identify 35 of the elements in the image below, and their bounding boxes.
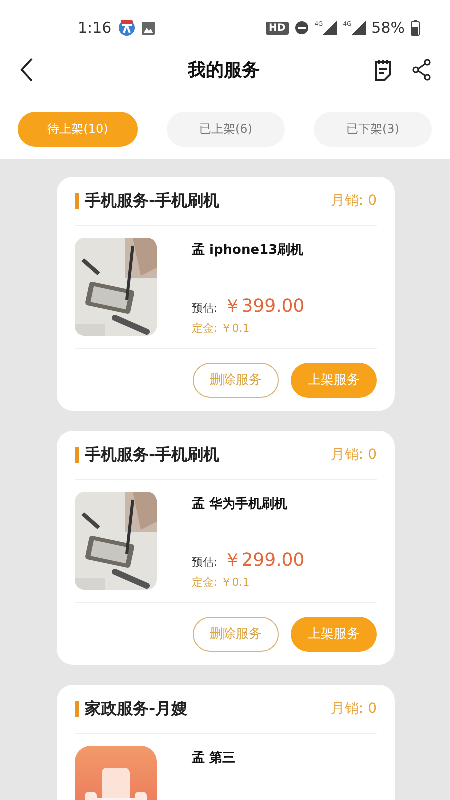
deposit: 定金: ￥0.1: [192, 321, 251, 336]
price: ￥399.00: [224, 295, 305, 318]
price: ￥299.00: [224, 549, 305, 572]
list-button[interactable]: 上架服务: [291, 362, 377, 398]
monthly-sales: 月销: 0: [330, 192, 377, 210]
battery-percent: 58%: [372, 19, 405, 37]
estimate-label: 预估:: [192, 555, 218, 570]
app-notification-icon: [118, 19, 136, 37]
notes-icon[interactable]: [374, 59, 392, 81]
estimate-label: 预估:: [192, 301, 218, 316]
service-name: 孟 第三: [192, 750, 236, 767]
category-title: 手机服务-手机刷机: [85, 444, 221, 466]
delete-button[interactable]: 删除服务: [193, 616, 279, 652]
monthly-sales: 月销: 0: [330, 700, 377, 718]
share-icon[interactable]: [412, 59, 432, 81]
deposit: 定金: ￥0.1: [192, 575, 251, 590]
tab[interactable]: 已上架(6): [167, 112, 285, 147]
do-not-disturb-icon: [294, 21, 309, 35]
list-button[interactable]: 上架服务: [291, 616, 377, 652]
back-icon[interactable]: [20, 58, 34, 82]
image-icon: [142, 22, 155, 34]
battery-icon: [411, 20, 420, 36]
tab[interactable]: 待上架(10): [18, 112, 138, 147]
tab[interactable]: 已下架(3): [314, 112, 432, 147]
category-title: 家政服务-月嫂: [85, 698, 189, 720]
delete-button[interactable]: 删除服务: [193, 362, 279, 398]
signal-icon: [323, 21, 338, 35]
service-name: 孟 华为手机刷机: [192, 496, 289, 513]
hd-badge: HD: [266, 22, 289, 34]
category-title: 手机服务-手机刷机: [85, 190, 221, 212]
service-name: 孟 iphone13刷机: [192, 242, 305, 259]
clock: 1:16: [78, 19, 112, 37]
signal-icon: [352, 21, 366, 35]
page-title: 我的服务: [186, 59, 261, 82]
monthly-sales: 月销: 0: [330, 446, 377, 464]
